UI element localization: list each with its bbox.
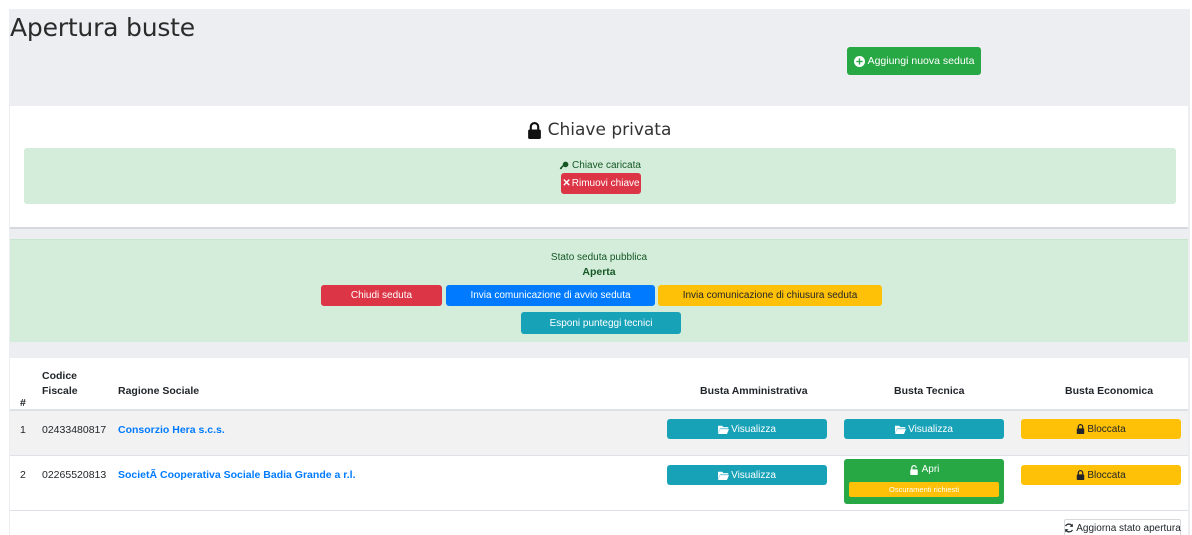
key-icon xyxy=(559,161,569,171)
plus-circle-icon xyxy=(853,55,865,67)
add-session-label: Aggiungi nuova seduta xyxy=(867,55,975,67)
remove-key-button[interactable]: ✕ Rimuovi chiave xyxy=(561,173,641,194)
session-status-panel: Stato seduta pubblica Aperta Chiudi sedu… xyxy=(10,239,1188,342)
econ-locked-button[interactable]: Bloccata xyxy=(1021,465,1181,485)
row-index: 1 xyxy=(20,424,26,436)
col-header-econ: Busta Economica xyxy=(1065,385,1154,397)
session-state-label: Stato seduta pubblica xyxy=(550,252,648,263)
open-tech-label: Apri xyxy=(921,464,940,475)
econ-locked-button[interactable]: Bloccata xyxy=(1021,419,1181,439)
lock-icon xyxy=(527,121,542,139)
col-header-fiscal-code-2: Fiscale xyxy=(42,385,78,397)
key-loaded-label: Chiave caricata xyxy=(572,160,641,171)
send-start-notice-button[interactable]: Invia comunicazione di avvio seduta xyxy=(446,285,655,306)
add-session-button[interactable]: Aggiungi nuova seduta xyxy=(847,47,981,75)
sync-icon xyxy=(1064,523,1074,533)
private-key-card: Chiave privata Chiave caricata ✕ Rimuovi… xyxy=(10,106,1188,229)
private-key-title: Chiave privata xyxy=(547,120,672,140)
folder-open-icon xyxy=(718,471,730,480)
econ-locked-label: Bloccata xyxy=(1087,469,1126,481)
col-header-admin: Busta Amministrativa xyxy=(700,385,808,397)
view-admin-label: Visualizza xyxy=(731,469,776,481)
bids-table: # Codice Fiscale Ragione Sociale Busta A… xyxy=(10,358,1188,535)
refresh-status-label: Aggiorna stato apertura xyxy=(1076,522,1181,534)
econ-locked-label: Bloccata xyxy=(1087,423,1126,435)
view-admin-label: Visualizza xyxy=(731,423,776,435)
open-tech-button[interactable]: Apri xyxy=(844,464,1004,475)
view-tech-label: Visualizza xyxy=(908,423,953,435)
row-fiscal-code: 02433480817 xyxy=(42,424,107,436)
close-session-button[interactable]: Chiudi seduta xyxy=(321,285,442,306)
page-title: Apertura buste xyxy=(10,13,195,42)
redactions-requested-badge[interactable]: Oscuramenti richiesti xyxy=(849,482,999,497)
key-status-alert: Chiave caricata ✕ Rimuovi chiave xyxy=(24,148,1176,204)
col-header-fiscal-code-1: Codice xyxy=(42,370,78,382)
key-loaded-status: Chiave caricata xyxy=(24,160,1176,171)
table-row: 2 02265520813 SocietÃ Cooperativa Social… xyxy=(10,455,1188,510)
view-tech-button[interactable]: Visualizza xyxy=(844,419,1004,439)
remove-key-label: Rimuovi chiave xyxy=(571,178,640,189)
view-admin-button[interactable]: Visualizza xyxy=(667,419,827,439)
folder-open-icon xyxy=(718,425,730,434)
row-fiscal-code: 02265520813 xyxy=(42,469,107,481)
table-row: 1 02433480817 Consorzio Hera s.c.s. Visu… xyxy=(10,409,1188,455)
session-state-value: Aperta xyxy=(582,266,616,278)
expose-scores-button[interactable]: Esponi punteggi tecnici xyxy=(521,312,681,334)
col-header-index: # xyxy=(20,397,26,409)
lock-icon xyxy=(1076,470,1085,480)
refresh-status-button[interactable]: Aggiorna stato apertura xyxy=(1064,519,1181,535)
company-link[interactable]: SocietÃ Cooperativa Sociale Badia Grande… xyxy=(118,469,356,481)
view-admin-button[interactable]: Visualizza xyxy=(667,465,827,485)
col-header-tech: Busta Tecnica xyxy=(894,385,965,397)
company-link[interactable]: Consorzio Hera s.c.s. xyxy=(118,424,225,436)
times-icon: ✕ xyxy=(562,178,571,189)
table-divider xyxy=(10,510,1188,511)
row-index: 2 xyxy=(20,469,26,481)
lock-icon xyxy=(1076,424,1085,434)
private-key-heading: Chiave privata xyxy=(10,120,1188,140)
page: Apertura buste Aggiungi nuova seduta Chi… xyxy=(9,9,1190,535)
send-close-notice-button[interactable]: Invia comunicazione di chiusura seduta xyxy=(658,285,882,306)
unlock-icon xyxy=(909,464,919,475)
tech-open-panel[interactable]: Apri Oscuramenti richiesti xyxy=(844,459,1004,504)
folder-open-icon xyxy=(895,425,907,434)
col-header-company: Ragione Sociale xyxy=(118,385,200,397)
